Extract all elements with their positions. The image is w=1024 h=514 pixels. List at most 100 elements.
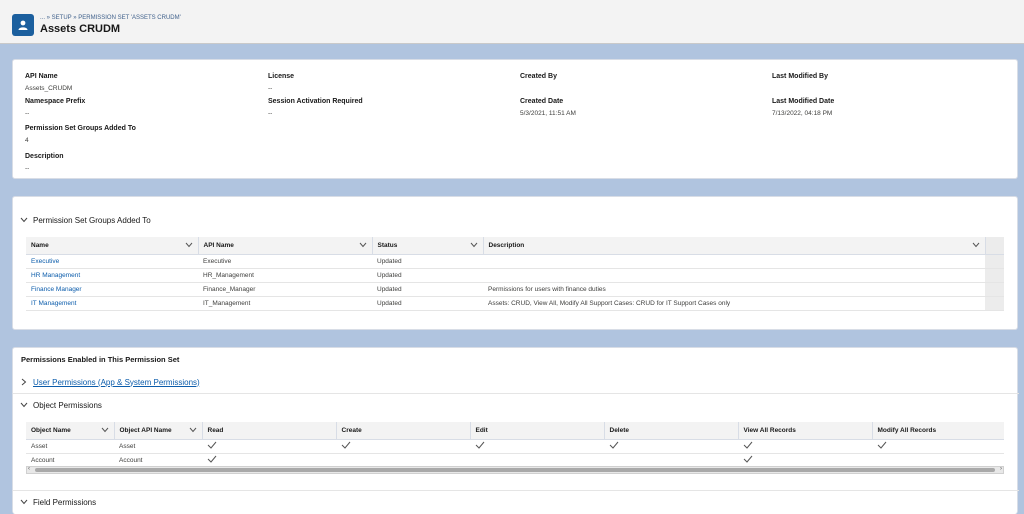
field-value: -- [25,165,30,172]
field-label: License [268,73,295,80]
cell-object-api: Asset [114,439,202,454]
cell-view-all [738,453,872,468]
chevron-down-icon [19,497,29,507]
license-field: License -- [268,73,294,92]
column-header-create[interactable]: Create [336,422,471,440]
psg-field: Permission Set Groups Added To 4 [25,125,136,144]
cell-read [202,439,336,454]
field-value: 5/3/2021, 11:51 AM [520,110,576,117]
groups-table: Name API Name Status Description Executi… [26,237,1004,311]
section-title: Object Permissions [33,400,102,410]
field-value: -- [268,85,273,92]
checkmark-icon [341,441,351,449]
created-by-field: Created By [520,73,557,80]
groups-section-toggle[interactable]: Permission Set Groups Added To [19,215,151,225]
chevron-down-icon [19,215,29,225]
cell-delete [604,453,738,468]
table-header-row: Object Name Object API Name Read Create … [26,422,1004,440]
checkmark-icon [743,455,753,463]
chevron-down-icon[interactable] [972,242,980,248]
group-link[interactable]: Finance Manager [31,286,82,293]
column-header-view-all[interactable]: View All Records [738,422,873,440]
column-header-read[interactable]: Read [202,422,337,440]
field-label: Namespace Prefix [25,98,86,105]
checkmark-icon [743,441,753,449]
checkmark-icon [207,455,217,463]
column-header-modify-all[interactable]: Modify All Records [872,422,1004,440]
cell-api: HR_Management [198,268,372,283]
namespace-field: Namespace Prefix -- [25,98,85,117]
field-value: -- [25,110,30,117]
scroll-right-icon[interactable]: › [1000,466,1002,472]
table-row: IT Management IT_Management Updated Asse… [26,296,1004,311]
api-name-field: API Name Assets_CRUDM [25,73,72,92]
column-header-name[interactable]: Name [26,237,199,255]
scrollbar-gutter [985,237,1004,255]
scrollbar-gutter [985,268,1004,283]
user-icon [12,14,34,36]
cell-description: Permissions for users with finance dutie… [483,282,985,297]
scrollbar-gutter [985,282,1004,297]
column-header-edit[interactable]: Edit [470,422,605,440]
chevron-down-icon[interactable] [189,427,197,433]
cell-description [483,254,985,269]
object-permissions-toggle[interactable]: Object Permissions [19,400,102,410]
field-value: 4 [25,137,29,144]
chevron-down-icon[interactable] [470,242,478,248]
cell-object: Asset [26,439,114,454]
table-row: Finance Manager Finance_Manager Updated … [26,282,1004,297]
created-date-field: Created Date 5/3/2021, 11:51 AM [520,98,576,117]
cell-create [336,439,470,454]
cell-api: Executive [198,254,372,269]
table-row: HR Management HR_Management Updated [26,268,1004,283]
cell-read [202,453,336,468]
cell-object: Account [26,453,114,468]
scrollbar-gutter [985,254,1004,269]
divider [13,393,1019,394]
table-header-row: Name API Name Status Description [26,237,1004,255]
field-label: Created Date [520,98,564,105]
checkmark-icon [609,441,619,449]
field-label: API Name [25,73,58,80]
field-label: Last Modified By [772,73,829,80]
cell-api: IT_Management [198,296,372,311]
column-header-object-name[interactable]: Object Name [26,422,115,440]
cell-create [336,453,470,468]
scroll-left-icon[interactable]: ‹ [28,466,30,472]
field-label: Permission Set Groups Added To [25,125,136,132]
column-header-description[interactable]: Description [483,237,986,255]
breadcrumb[interactable]: ... » SETUP » PERMISSION SET 'ASSETS CRU… [40,15,181,21]
column-header-status[interactable]: Status [372,237,484,255]
group-link[interactable]: HR Management [31,272,80,279]
cell-status: Updated [372,254,483,269]
cell-status: Updated [372,296,483,311]
chevron-down-icon[interactable] [359,242,367,248]
last-modified-by-field: Last Modified By [772,73,828,80]
table-row: Executive Executive Updated [26,254,1004,269]
page-title: Assets CRUDM [40,23,121,35]
page-header: ... » SETUP » PERMISSION SET 'ASSETS CRU… [0,0,1024,44]
horizontal-scrollbar[interactable]: ‹ › [26,466,1004,474]
field-label: Last Modified Date [772,98,835,105]
chevron-down-icon[interactable] [101,427,109,433]
field-label: Session Activation Required [268,98,363,105]
permissions-title: Permissions Enabled in This Permission S… [21,355,180,364]
description-field: Description -- [25,153,64,172]
last-modified-date-field: Last Modified Date 7/13/2022, 04:18 PM [772,98,834,117]
field-permissions-toggle[interactable]: Field Permissions [19,497,96,507]
scrollbar-thumb[interactable] [35,468,995,472]
column-header-object-api[interactable]: Object API Name [114,422,203,440]
user-permissions-link[interactable]: User Permissions (App & System Permissio… [33,378,200,387]
group-link[interactable]: IT Management [31,300,76,307]
user-permissions-toggle[interactable]: User Permissions (App & System Permissio… [19,377,200,387]
section-title: Field Permissions [33,497,97,507]
group-link[interactable]: Executive [31,258,59,265]
chevron-down-icon [19,400,29,410]
cell-modify-all [872,453,1004,468]
chevron-down-icon[interactable] [185,242,193,248]
column-header-delete[interactable]: Delete [604,422,739,440]
table-row: Asset Asset [26,439,1004,454]
column-header-api-name[interactable]: API Name [198,237,373,255]
cell-edit [470,453,604,468]
cell-view-all [738,439,872,454]
